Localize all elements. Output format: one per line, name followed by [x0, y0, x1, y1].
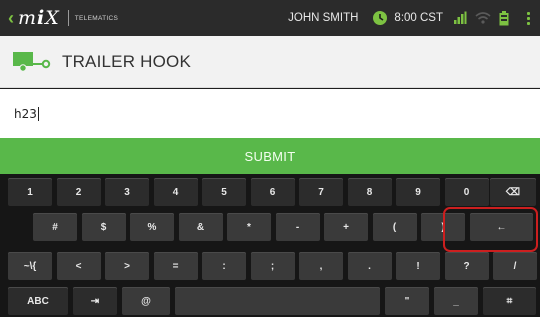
key-symbol[interactable]: $	[81, 213, 126, 241]
status-right: JOHN SMITH 8:00 CST	[288, 0, 540, 36]
key-symbol[interactable]: /	[493, 252, 537, 280]
input-value: h23	[14, 106, 37, 121]
trailer-id-input[interactable]: h23	[0, 89, 540, 138]
chevron-left-icon: ‹	[8, 7, 14, 28]
abc-key[interactable]: ABC	[8, 287, 68, 315]
key-symbol[interactable]: %	[130, 213, 174, 241]
status-time: 8:00 CST	[394, 12, 443, 24]
key-symbol[interactable]: *	[227, 213, 271, 241]
keyboard-settings-key[interactable]: ⌗	[483, 287, 536, 315]
page-title: TRAILER HOOK	[62, 51, 191, 71]
key-symbol[interactable]: .	[347, 252, 392, 280]
title-bar: TRAILER HOOK	[0, 36, 540, 88]
key-7[interactable]: 7	[299, 178, 343, 206]
key-0[interactable]: 0	[444, 178, 489, 206]
at-key[interactable]: @	[122, 287, 170, 315]
signal-icon	[454, 11, 467, 24]
mix-logo: ‹ miX TELEMATICS	[8, 0, 118, 36]
key-8[interactable]: 8	[347, 178, 392, 206]
key-symbol[interactable]: ?	[444, 252, 489, 280]
key-symbol[interactable]: >	[105, 252, 149, 280]
key-symbol[interactable]: -	[275, 213, 320, 241]
space-key[interactable]	[175, 287, 380, 315]
underscore-key[interactable]: _	[434, 287, 478, 315]
key-3[interactable]: 3	[105, 178, 149, 206]
key-symbol[interactable]: ~\{	[8, 252, 52, 280]
app-screen: ‹ miX TELEMATICS JOHN SMITH 8:00 CST TRA…	[0, 0, 540, 317]
key-symbol[interactable]: #	[33, 213, 77, 241]
key-symbol[interactable]: =	[153, 252, 198, 280]
logo-mark: miX	[18, 7, 60, 29]
battery-icon	[499, 10, 509, 25]
key-symbol[interactable]: +	[324, 213, 368, 241]
submit-button[interactable]: SUBMIT	[0, 138, 540, 174]
key-5[interactable]: 5	[202, 178, 246, 206]
trailer-icon	[13, 51, 51, 72]
key-symbol[interactable]: ,	[299, 252, 343, 280]
key-symbol[interactable]: (	[372, 213, 417, 241]
key-symbol[interactable]: &	[178, 213, 223, 241]
user-name: JOHN SMITH	[288, 12, 359, 24]
quote-key[interactable]: "	[385, 287, 429, 315]
key-symbol[interactable]: !	[396, 252, 440, 280]
status-bar: ‹ miX TELEMATICS JOHN SMITH 8:00 CST	[0, 0, 540, 36]
key-1[interactable]: 1	[8, 178, 52, 206]
wifi-icon	[475, 12, 491, 24]
key-symbol[interactable]: :	[202, 252, 246, 280]
key-4[interactable]: 4	[153, 178, 198, 206]
key-symbol[interactable]: <	[56, 252, 101, 280]
text-caret	[37, 106, 39, 121]
logo-subtitle: TELEMATICS	[74, 14, 119, 22]
enter-key-highlight	[443, 207, 538, 252]
clock-icon	[373, 11, 388, 25]
key-symbol[interactable]: ;	[250, 252, 295, 280]
logo-divider	[67, 10, 69, 26]
key-9[interactable]: 9	[396, 178, 440, 206]
backspace-key[interactable]: ⌫	[490, 178, 536, 206]
tab-key[interactable]: ⇥	[73, 287, 117, 315]
key-6[interactable]: 6	[250, 178, 295, 206]
overflow-menu-icon[interactable]	[527, 11, 530, 25]
key-2[interactable]: 2	[56, 178, 101, 206]
